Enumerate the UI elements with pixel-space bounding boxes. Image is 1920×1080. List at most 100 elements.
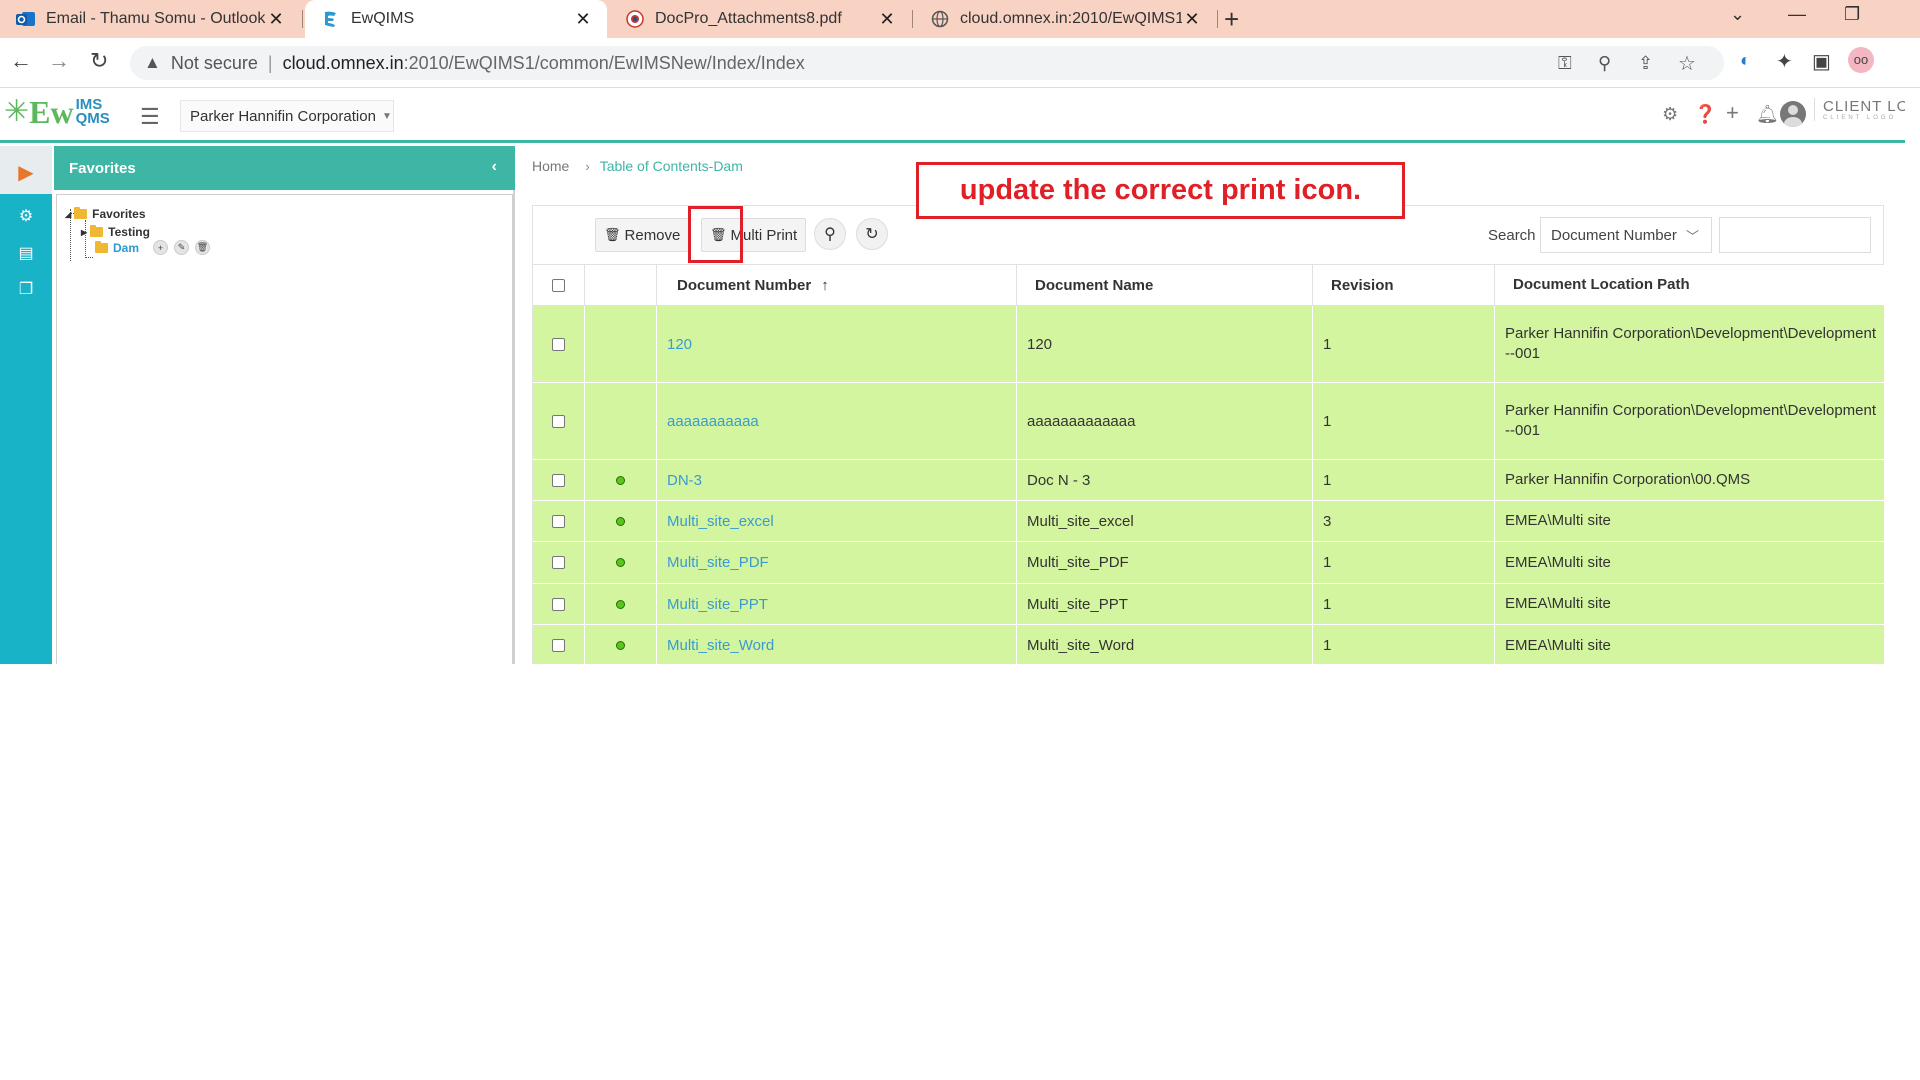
row-checkbox[interactable] bbox=[552, 473, 565, 487]
header-location-path[interactable]: Document Location Path bbox=[1495, 265, 1884, 305]
browser-tab-cloud[interactable]: cloud.omnex.in:2010/EwQIMS1/C ✕ bbox=[914, 0, 1216, 38]
zoom-icon[interactable]: ⚲ bbox=[1598, 53, 1611, 74]
remove-button[interactable]: 🗑︎ Remove bbox=[595, 218, 690, 252]
delete-trash-icon[interactable]: 🗑︎ bbox=[195, 240, 211, 255]
multi-print-button[interactable]: 🗑︎ Multi Print bbox=[701, 218, 807, 252]
row-checkbox[interactable] bbox=[552, 514, 565, 528]
search-input[interactable] bbox=[1719, 217, 1871, 253]
document-number-link[interactable]: DN-3 bbox=[667, 472, 702, 489]
add-node-icon[interactable]: + bbox=[153, 240, 169, 255]
browser-tab-outlook[interactable]: Email - Thamu Somu - Outlook ✕ bbox=[0, 0, 300, 38]
tree-node-favorites[interactable]: ◢ Favorites bbox=[65, 207, 146, 221]
row-checkbox[interactable] bbox=[552, 556, 565, 569]
expanded-triangle-icon[interactable]: ◢ bbox=[65, 210, 71, 219]
search-field-select[interactable]: Document Number ﹀ bbox=[1540, 217, 1712, 253]
collapsed-triangle-icon[interactable]: ▶ bbox=[81, 228, 87, 237]
key-icon[interactable]: ⚿ bbox=[1558, 53, 1572, 74]
close-icon[interactable]: ✕ bbox=[877, 9, 897, 30]
report-icon[interactable]: ▤ bbox=[0, 243, 52, 263]
row-name-cell: Multi_site_PDF bbox=[1017, 542, 1313, 583]
app-root: Email - Thamu Somu - Outlook ✕ EwQIMS ✕ … bbox=[0, 0, 1920, 1080]
minimize-icon[interactable]: — bbox=[1788, 4, 1806, 25]
row-number-cell: Multi_site_PPT bbox=[657, 584, 1017, 624]
share-icon[interactable]: ⇪ bbox=[1638, 53, 1653, 74]
new-tab-plus-icon[interactable]: + bbox=[1224, 4, 1239, 35]
table-row[interactable]: Multi_site_Word Multi_site_Word 1 EMEA\M… bbox=[533, 625, 1884, 664]
document-number-link[interactable]: Multi_site_PDF bbox=[667, 554, 769, 571]
tree-node-label: Favorites bbox=[92, 207, 146, 221]
reload-icon[interactable]: ↻ bbox=[90, 48, 108, 74]
table-row[interactable]: Multi_site_excel Multi_site_excel 3 EMEA… bbox=[533, 501, 1884, 542]
table-row[interactable]: aaaaaaaaaaa aaaaaaaaaaaaa 1 Parker Hanni… bbox=[533, 383, 1884, 460]
row-revision-cell: 1 bbox=[1313, 584, 1495, 624]
copy-icon[interactable]: ❐ bbox=[0, 279, 52, 299]
tree-node-dam[interactable]: Dam + ✎ 🗑︎ bbox=[95, 240, 211, 255]
settings-gear-icon[interactable]: ⚙ bbox=[1662, 104, 1678, 125]
bookmark-star-icon[interactable]: ☆ bbox=[1678, 51, 1696, 76]
refresh-button[interactable]: ↻ bbox=[856, 218, 888, 250]
document-number-link[interactable]: Multi_site_excel bbox=[667, 513, 774, 530]
puzzle-extensions-icon[interactable]: ✦ bbox=[1776, 49, 1793, 74]
bell-icon[interactable]: 🔔︎ bbox=[1756, 104, 1779, 125]
table-row[interactable]: DN-3 Doc N - 3 1 Parker Hannifin Corpora… bbox=[533, 460, 1884, 501]
close-icon[interactable]: ✕ bbox=[266, 9, 286, 30]
status-dot-icon bbox=[616, 558, 625, 567]
browser-tab-ewqims[interactable]: EwQIMS ✕ bbox=[305, 0, 607, 38]
breadcrumb-chevron-icon: › bbox=[585, 158, 590, 174]
row-number-cell: 120 bbox=[657, 306, 1017, 382]
document-number-link[interactable]: Multi_site_Word bbox=[667, 637, 774, 654]
profile-avatar-icon[interactable]: oo bbox=[1848, 47, 1874, 73]
table-row[interactable]: 120 120 1 Parker Hannifin Corporation\De… bbox=[533, 306, 1884, 383]
folder-icon bbox=[74, 207, 88, 219]
tab-search-chevron-icon[interactable]: ⌄ bbox=[1730, 4, 1745, 25]
row-select-cell bbox=[533, 501, 585, 541]
url-field[interactable]: ▲ Not secure | cloud.omnex.in :2010/EwQI… bbox=[130, 46, 1724, 80]
cogs-icon[interactable]: ⚙ bbox=[0, 206, 52, 226]
extension-icon[interactable]: ◐ bbox=[1740, 50, 1751, 71]
row-checkbox[interactable] bbox=[552, 337, 565, 351]
help-icon[interactable]: ❓ bbox=[1694, 104, 1716, 125]
close-icon[interactable]: ✕ bbox=[573, 9, 593, 30]
row-select-cell bbox=[533, 542, 585, 583]
row-checkbox[interactable] bbox=[552, 597, 565, 611]
back-arrow-icon[interactable]: ← bbox=[10, 48, 32, 74]
breadcrumb: Home › Table of Contents-Dam bbox=[532, 158, 743, 174]
row-checkbox[interactable] bbox=[552, 414, 565, 428]
document-number-link[interactable]: aaaaaaaaaaa bbox=[667, 413, 759, 430]
hamburger-menu-icon[interactable]: ☰ bbox=[140, 104, 160, 130]
breadcrumb-current[interactable]: Table of Contents-Dam bbox=[600, 158, 743, 174]
company-select[interactable]: Parker Hannifin Corporation ▼ bbox=[180, 100, 394, 132]
document-play-icon[interactable]: ▶ bbox=[0, 160, 52, 185]
url-path: :2010/EwQIMS1/common/EwIMSNew/Index/Inde… bbox=[403, 52, 805, 73]
tree-node-testing[interactable]: ▶ Testing bbox=[81, 225, 150, 239]
close-icon[interactable]: ✕ bbox=[1182, 9, 1202, 30]
refresh-icon: ↻ bbox=[865, 226, 879, 243]
row-path-cell: EMEA\Multi site bbox=[1495, 584, 1884, 624]
column-label: Document Name bbox=[1035, 276, 1154, 294]
table-row[interactable]: Multi_site_PDF Multi_site_PDF 1 EMEA\Mul… bbox=[533, 542, 1884, 584]
user-avatar[interactable] bbox=[1780, 101, 1806, 127]
tab-separator bbox=[1217, 10, 1218, 28]
ewqims-logo[interactable]: ✳ Ew IMS QMS bbox=[4, 96, 110, 128]
logo-sub: QMS bbox=[75, 110, 110, 127]
table-row[interactable]: Multi_site_PPT Multi_site_PPT 1 EMEA\Mul… bbox=[533, 584, 1884, 625]
tab-title: Email - Thamu Somu - Outlook bbox=[46, 10, 266, 27]
breadcrumb-home[interactable]: Home bbox=[532, 158, 569, 174]
header-document-name[interactable]: Document Name bbox=[1017, 265, 1313, 305]
document-number-link[interactable]: 120 bbox=[667, 336, 692, 353]
browser-tab-pdf[interactable]: DocPro_Attachments8.pdf ✕ bbox=[609, 0, 911, 38]
select-all-checkbox[interactable] bbox=[552, 278, 565, 292]
header-document-number[interactable]: Document Number ↑ bbox=[657, 265, 1017, 305]
forward-arrow-icon[interactable]: → bbox=[48, 48, 70, 74]
ewqims-icon bbox=[321, 9, 341, 29]
side-panel-icon[interactable]: ▣ bbox=[1812, 49, 1831, 74]
documents-table: Document Number ↑ Document Name Revision… bbox=[532, 264, 1884, 664]
restore-icon[interactable]: ❐ bbox=[1844, 4, 1860, 25]
search-button[interactable]: ⚲ bbox=[814, 218, 846, 250]
edit-pencil-icon[interactable]: ✎ bbox=[174, 240, 190, 255]
header-revision[interactable]: Revision bbox=[1313, 265, 1495, 305]
collapse-chevron-icon[interactable]: ‹ bbox=[492, 158, 497, 176]
row-checkbox[interactable] bbox=[552, 639, 565, 652]
document-number-link[interactable]: Multi_site_PPT bbox=[667, 596, 768, 613]
add-plus-icon[interactable]: + bbox=[1726, 100, 1739, 126]
